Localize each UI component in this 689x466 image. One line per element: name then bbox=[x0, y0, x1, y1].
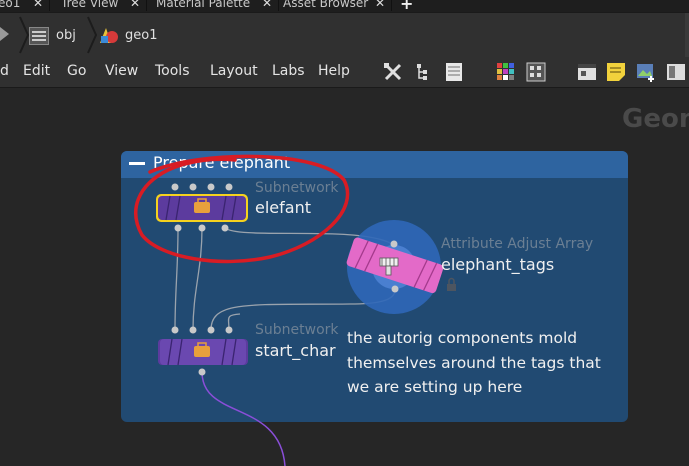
input-connector[interactable] bbox=[207, 326, 215, 334]
sticky-note[interactable]: the autorig components mold themselves a… bbox=[347, 326, 617, 400]
node-type-label: Subnetwork bbox=[255, 322, 339, 338]
input-connector[interactable] bbox=[171, 326, 179, 334]
node-type-label: Attribute Adjust Array bbox=[441, 236, 594, 252]
output-connector[interactable] bbox=[174, 224, 182, 232]
output-wire bbox=[201, 371, 286, 466]
lock-icon[interactable] bbox=[447, 277, 456, 292]
output-connector[interactable] bbox=[198, 224, 206, 232]
input-connector[interactable] bbox=[390, 240, 398, 248]
node-type-label: Subnetwork bbox=[255, 180, 339, 196]
input-connector[interactable] bbox=[189, 183, 197, 191]
output-connector[interactable] bbox=[221, 224, 229, 232]
wire bbox=[174, 227, 179, 331]
input-connector[interactable] bbox=[189, 326, 197, 334]
node-start-char[interactable] bbox=[158, 326, 248, 376]
input-connector[interactable] bbox=[225, 183, 233, 191]
wire bbox=[192, 227, 203, 331]
input-connector[interactable] bbox=[171, 183, 179, 191]
node-elefant[interactable] bbox=[156, 183, 248, 232]
node-name-label[interactable]: start_char bbox=[255, 341, 336, 360]
input-connector[interactable] bbox=[225, 326, 233, 334]
node-elephant-tags[interactable] bbox=[346, 220, 456, 314]
output-connector[interactable] bbox=[198, 368, 206, 376]
node-name-label[interactable]: elephant_tags bbox=[441, 255, 554, 274]
node-name-label[interactable]: elefant bbox=[255, 198, 311, 217]
input-connector[interactable] bbox=[207, 183, 215, 191]
output-connector[interactable] bbox=[391, 285, 399, 293]
